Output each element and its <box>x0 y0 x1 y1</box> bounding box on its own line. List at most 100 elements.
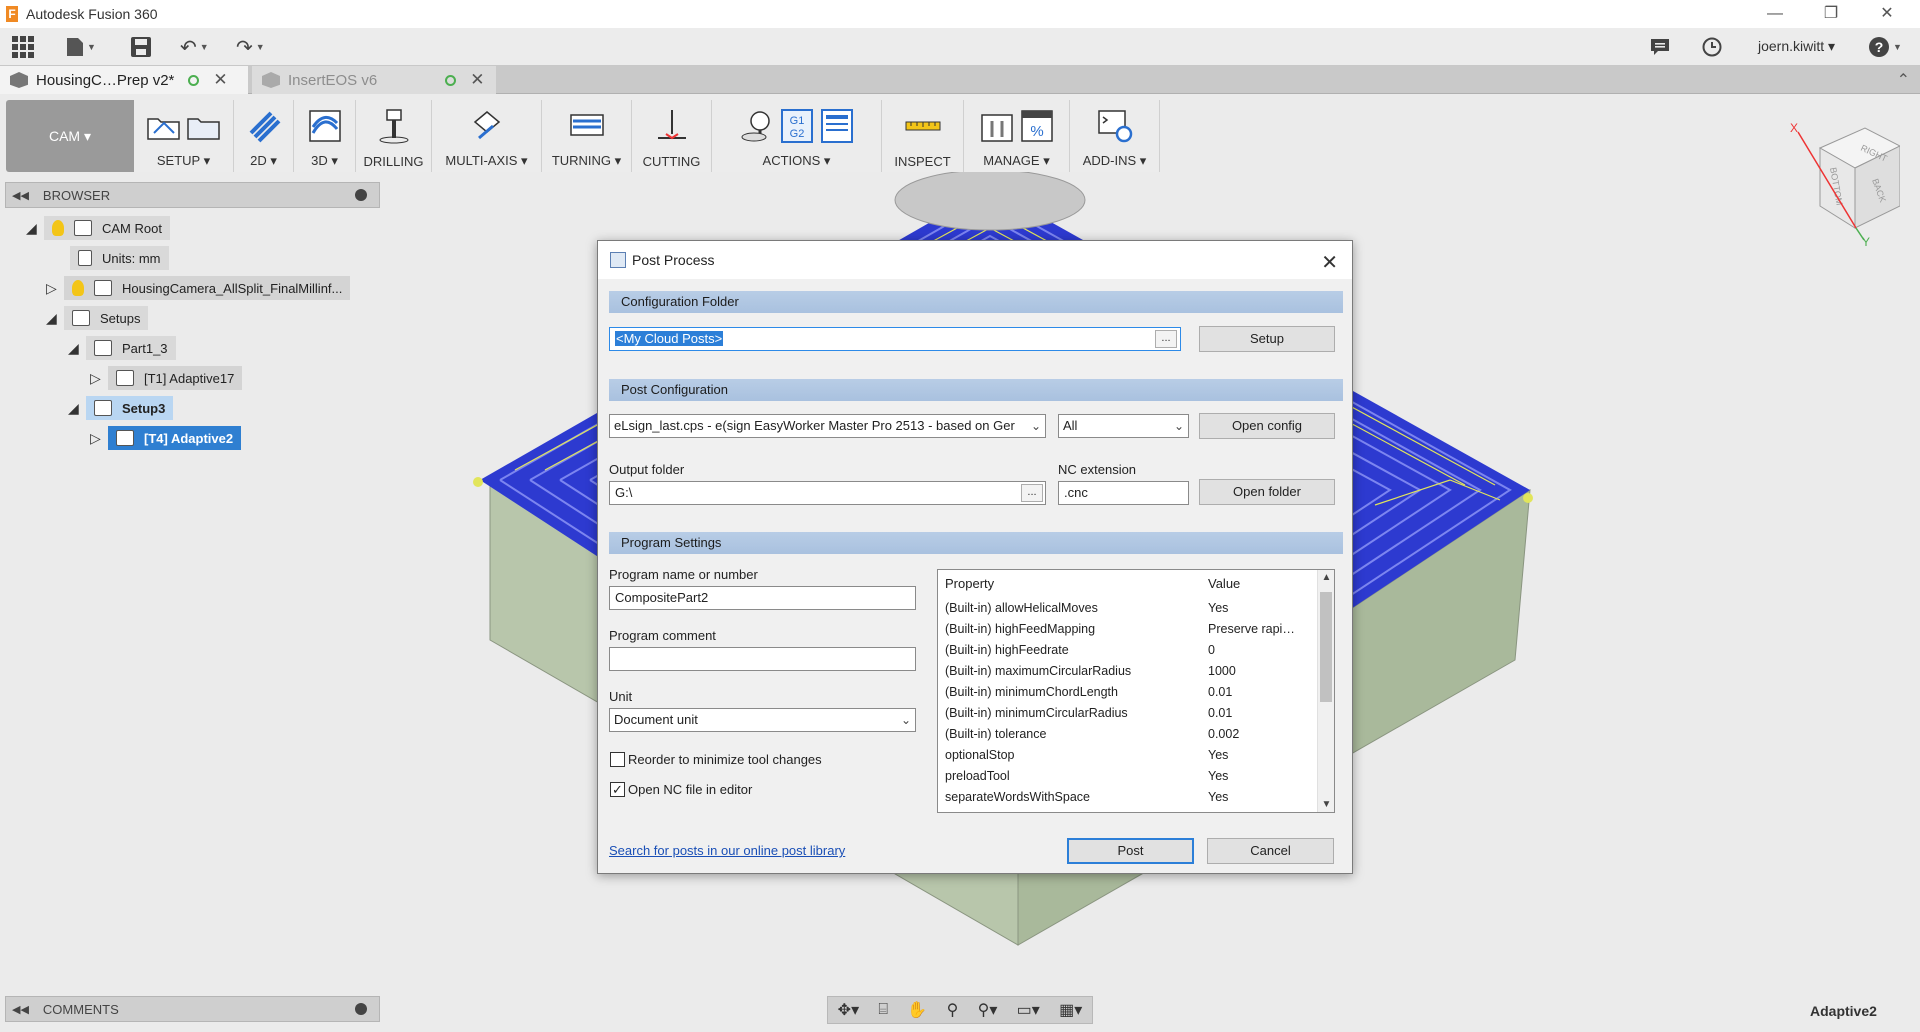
nc-extension-input[interactable]: .cnc <box>1058 481 1189 505</box>
scroll-down-icon[interactable]: ▼ <box>1318 799 1334 810</box>
collapsed-triangle-icon[interactable]: ▷ <box>46 280 64 297</box>
expanded-triangle-icon[interactable]: ◢ <box>68 340 86 357</box>
post-properties-table[interactable]: Property Value (Built-in) allowHelicalMo… <box>937 569 1335 813</box>
table-row[interactable]: (Built-in) allowHelicalMoves Yes <box>938 598 1318 619</box>
tree-node-units[interactable]: Units: mm <box>70 246 169 270</box>
job-status-icon[interactable] <box>1650 34 1670 60</box>
property-value[interactable]: 0 <box>1208 643 1215 657</box>
collapse-toolbar-icon[interactable]: ⌃ <box>1897 70 1910 90</box>
collapsed-triangle-icon[interactable]: ▷ <box>90 370 108 387</box>
reorder-checkbox[interactable] <box>610 752 625 767</box>
cancel-button[interactable]: Cancel <box>1207 838 1334 864</box>
ribbon-group-manage[interactable]: % MANAGE ▾ <box>964 100 1070 172</box>
nc-program-g1g2-icon[interactable]: G1 G2 <box>779 108 815 144</box>
restore-button[interactable]: ❐ <box>1808 0 1854 28</box>
online-post-library-link[interactable]: Search for posts in our online post libr… <box>609 843 845 858</box>
open-nc-checkbox[interactable]: ✓ <box>610 782 625 797</box>
property-value[interactable]: Yes <box>1208 790 1228 804</box>
tree-node-op-adaptive17[interactable]: ▷ [T1] Adaptive17 <box>90 366 243 390</box>
collapse-panel-icon[interactable]: ◀◀ <box>12 189 29 202</box>
simulate-icon[interactable] <box>739 108 775 144</box>
expanded-triangle-icon[interactable]: ◢ <box>26 220 44 237</box>
post-library-percent-icon[interactable]: % <box>1019 108 1055 144</box>
table-row[interactable]: optionalStop Yes <box>938 745 1318 766</box>
display-settings-icon[interactable]: ▭▾ <box>1017 1000 1040 1020</box>
tree-node-setups[interactable]: ◢ Setups <box>46 306 149 330</box>
user-account-menu[interactable]: joern.kiwitt ▾ <box>1758 38 1835 55</box>
expanded-triangle-icon[interactable]: ◢ <box>46 310 64 327</box>
scroll-up-icon[interactable]: ▲ <box>1318 572 1334 583</box>
undo-icon[interactable]: ↶ ▼ <box>180 34 209 60</box>
properties-scrollbar[interactable]: ▲ ▼ <box>1317 570 1334 812</box>
collapsed-triangle-icon[interactable]: ▷ <box>90 430 108 447</box>
open-config-button[interactable]: Open config <box>1199 413 1335 439</box>
history-clock-icon[interactable] <box>1702 34 1722 60</box>
table-row[interactable]: (Built-in) minimumCircularRadius 0.01 <box>938 703 1318 724</box>
look-at-icon[interactable]: ⌸ <box>878 1001 888 1019</box>
close-tab-icon[interactable]: ✕ <box>470 70 484 90</box>
open-folder-button[interactable]: Open folder <box>1199 479 1335 505</box>
table-row[interactable]: (Built-in) highFeedrate 0 <box>938 640 1318 661</box>
table-row[interactable]: (Built-in) tolerance 0.002 <box>938 724 1318 745</box>
doc-tab-inserteos[interactable]: InsertEOS v6 ✕ <box>252 66 496 94</box>
output-folder-browse-button[interactable]: ... <box>1021 484 1043 502</box>
ribbon-group-3d[interactable]: 3D ▾ <box>294 100 356 172</box>
tree-node-setup3[interactable]: ◢ Setup3 <box>68 396 174 420</box>
browser-panel-header[interactable]: ◀◀ BROWSER <box>5 182 380 208</box>
turning-icon[interactable] <box>569 108 605 144</box>
property-value[interactable]: 1000 <box>1208 664 1236 678</box>
save-icon[interactable] <box>130 34 152 60</box>
cutting-icon[interactable] <box>654 108 690 144</box>
ribbon-group-inspect[interactable]: INSPECT <box>882 100 964 172</box>
post-button[interactable]: Post <box>1067 838 1194 864</box>
setup-sheet-icon[interactable] <box>186 108 222 144</box>
ribbon-group-addins[interactable]: ADD-INS ▾ <box>1070 100 1160 172</box>
unit-dropdown[interactable]: Document unit ⌄ <box>609 708 916 732</box>
workspace-switcher[interactable]: CAM ▾ <box>6 100 134 172</box>
measure-icon[interactable] <box>905 108 941 144</box>
ribbon-group-setup[interactable]: SETUP ▾ <box>134 100 234 172</box>
tree-node-op-adaptive2[interactable]: ▷ [T4] Adaptive2 <box>90 426 242 450</box>
property-value[interactable]: Yes <box>1208 601 1228 615</box>
ribbon-group-actions[interactable]: G1 G2 ACTIONS ▾ <box>712 100 882 172</box>
visibility-bulb-icon[interactable] <box>72 280 84 296</box>
program-name-input[interactable]: CompositePart2 <box>609 586 916 610</box>
grid-settings-icon[interactable]: ▦▾ <box>1059 1000 1082 1020</box>
ribbon-group-cutting[interactable]: CUTTING <box>632 100 712 172</box>
table-row[interactable]: (Built-in) highFeedMapping Preserve rapi… <box>938 619 1318 640</box>
orbit-icon[interactable]: ✥▾ <box>838 1000 859 1020</box>
table-row[interactable]: (Built-in) minimumChordLength 0.01 <box>938 682 1318 703</box>
setup-button[interactable]: Setup <box>1199 326 1335 352</box>
tree-node-model[interactable]: ▷ HousingCamera_AllSplit_FinalMillinf... <box>46 276 351 300</box>
new-setup-icon[interactable] <box>146 108 182 144</box>
2d-milling-icon[interactable] <box>246 108 282 144</box>
scroll-thumb[interactable] <box>1320 592 1332 702</box>
ribbon-group-2d[interactable]: 2D ▾ <box>234 100 294 172</box>
table-row[interactable]: (Built-in) maximumCircularRadius 1000 <box>938 661 1318 682</box>
data-panel-grid-icon[interactable] <box>12 34 34 60</box>
view-cube[interactable]: RIGHT BOTTOM BACK X Y <box>1780 118 1902 249</box>
config-folder-input[interactable]: <My Cloud Posts> <box>609 327 1181 351</box>
setup-sheet-doc-icon[interactable] <box>819 108 855 144</box>
property-value[interactable]: Preserve rapi… <box>1208 622 1295 636</box>
dialog-title-bar[interactable]: Post Process ✕ <box>598 241 1352 279</box>
output-folder-input[interactable]: G:\ <box>609 481 1046 505</box>
post-filter-dropdown[interactable]: All ⌄ <box>1058 414 1189 438</box>
post-selector-dropdown[interactable]: eLsign_last.cps - e(sign EasyWorker Mast… <box>609 414 1046 438</box>
tree-node-cam-root[interactable]: ◢ CAM Root <box>26 216 170 240</box>
doc-tab-housing[interactable]: HousingC…Prep v2* ✕ <box>0 66 248 94</box>
ribbon-group-turning[interactable]: TURNING ▾ <box>542 100 632 172</box>
config-folder-browse-button[interactable]: ... <box>1155 330 1177 348</box>
ribbon-group-drilling[interactable]: DRILLING <box>356 100 432 172</box>
minimize-button[interactable]: — <box>1752 0 1798 28</box>
property-value[interactable]: 0.01 <box>1208 685 1232 699</box>
multi-axis-icon[interactable] <box>469 108 505 144</box>
close-tab-icon[interactable]: ✕ <box>213 70 227 90</box>
scripts-addins-icon[interactable] <box>1097 108 1133 144</box>
expanded-triangle-icon[interactable]: ◢ <box>68 400 86 417</box>
dialog-close-icon[interactable]: ✕ <box>1321 250 1338 275</box>
browser-pin-icon[interactable] <box>355 189 367 201</box>
help-icon[interactable]: ? ▼ <box>1868 34 1902 60</box>
close-window-button[interactable]: ✕ <box>1864 0 1910 28</box>
property-value[interactable]: 0.002 <box>1208 727 1239 741</box>
